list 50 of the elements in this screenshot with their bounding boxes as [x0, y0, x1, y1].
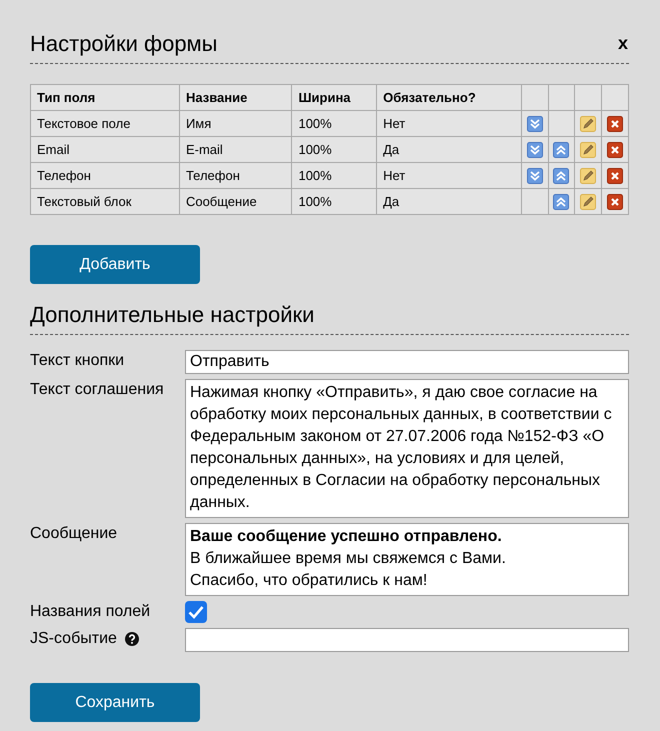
table-cell: Email [37, 142, 70, 157]
move-up-icon[interactable] [553, 142, 570, 158]
table-cell: 100% [298, 168, 332, 183]
table-cell: 100% [298, 194, 332, 209]
column-header: Обязательно? [383, 90, 476, 105]
table-cell: 100% [298, 142, 332, 157]
table-cell: Имя [186, 116, 212, 131]
save-button[interactable]: Сохранить [30, 683, 200, 722]
table-cell: 100% [298, 116, 332, 131]
delete-icon[interactable] [607, 194, 624, 210]
text-area[interactable]: Ваше сообщение успешно отправлено. В ближайшее время мы свяжемся с Вами. Спасибо, что обратились к нам! [185, 523, 629, 596]
text-area[interactable]: Нажимая кнопку «Отправить», я даю свое согласие на обработку моих персональных данных, в соответствии с Федеральным законом от 27.07.2006 года №152-ФЗ «О персональных данных», на условиях и для целей, определенных в Согласии на обработку персональных данных. [185, 379, 629, 518]
delete-icon[interactable] [607, 142, 624, 158]
text-field[interactable]: Отправить [185, 350, 629, 374]
pencil-icon[interactable] [580, 168, 596, 184]
table-cell: Текстовый блок [37, 194, 132, 209]
close-button[interactable]: x [618, 33, 629, 54]
pencil-icon[interactable] [580, 194, 596, 210]
move-down-icon[interactable] [526, 142, 543, 158]
field-label: Текст кнопки [30, 351, 124, 370]
dialog-title: Настройки формы [30, 30, 218, 57]
field-label: Названия полей [30, 602, 150, 621]
table-cell: Телефон [37, 168, 91, 183]
column-header: Ширина [298, 90, 351, 105]
move-up-icon[interactable] [553, 194, 570, 210]
table-cell: Нет [383, 116, 406, 131]
table-cell: Сообщение [186, 194, 257, 209]
table-cell: Да [383, 142, 400, 157]
delete-icon[interactable] [607, 168, 624, 184]
table-cell: Текстовое поле [37, 116, 130, 131]
field-label: JS-событие [30, 629, 117, 648]
pencil-icon[interactable] [580, 142, 596, 158]
move-down-icon[interactable] [526, 116, 543, 132]
delete-icon[interactable] [607, 116, 624, 132]
pencil-icon[interactable] [580, 116, 596, 132]
field-label: Текст соглашения [30, 380, 164, 399]
column-header: Название [186, 90, 248, 105]
text-field[interactable] [185, 628, 629, 652]
checkbox[interactable] [185, 601, 207, 623]
move-down-icon[interactable] [526, 168, 543, 184]
add-button[interactable]: Добавить [30, 245, 200, 284]
table-cell: E-mail [186, 142, 223, 157]
table-cell: Нет [383, 168, 406, 183]
column-header: Тип поля [37, 90, 96, 105]
move-up-icon[interactable] [553, 168, 570, 184]
help-icon[interactable] [124, 632, 139, 646]
table-cell: Да [383, 194, 400, 209]
table-cell: Телефон [186, 168, 240, 183]
field-label: Сообщение [30, 524, 118, 543]
section-title: Дополнительные настройки [30, 301, 314, 328]
